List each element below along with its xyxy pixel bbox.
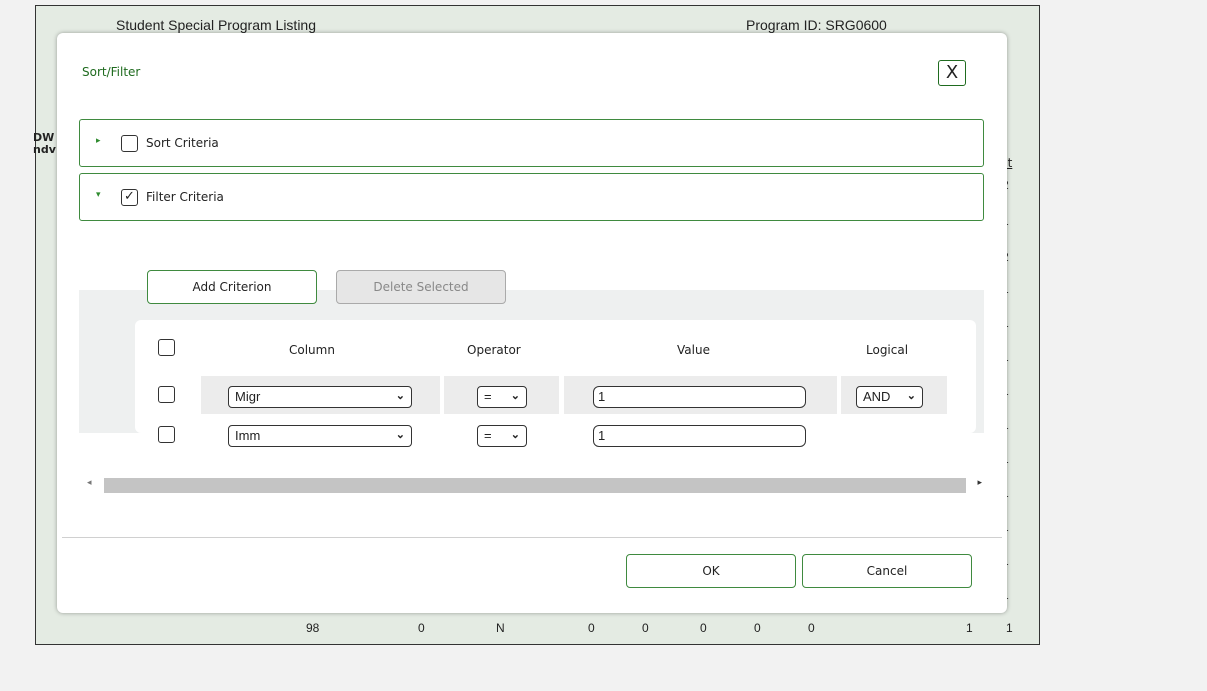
operator-select[interactable]: = ⌄ — [477, 425, 527, 447]
logical-header: Logical — [866, 343, 909, 357]
sort-criteria-label: Sort Criteria — [146, 136, 219, 150]
filter-criteria-section[interactable]: ▾ ✓ Filter Criteria — [79, 173, 984, 221]
scrollbar-thumb[interactable] — [104, 478, 966, 493]
scroll-left-icon[interactable]: ◂ — [87, 478, 92, 488]
select-all-checkbox[interactable] — [158, 339, 175, 356]
value-input[interactable]: 1 — [593, 386, 806, 408]
chevron-down-icon: ⌄ — [395, 429, 405, 441]
ok-button[interactable]: OK — [626, 554, 796, 588]
delete-selected-button[interactable]: Delete Selected — [336, 270, 506, 304]
scroll-right-icon[interactable]: ▸ — [977, 478, 982, 488]
dialog-title: Sort/Filter — [82, 65, 141, 79]
sort-filter-dialog: Sort/Filter X ▸ Sort Criteria ▾ ✓ Filter… — [57, 33, 1007, 613]
chevron-down-icon: ⌄ — [906, 390, 916, 402]
column-select[interactable]: Imm ⌄ — [228, 425, 412, 447]
cancel-button[interactable]: Cancel — [802, 554, 972, 588]
operator-select[interactable]: = ⌄ — [477, 386, 527, 408]
row-select-checkbox[interactable] — [158, 386, 175, 403]
program-id: Program ID: SRG0600 — [746, 17, 887, 33]
logical-select[interactable]: AND ⌄ — [856, 386, 923, 408]
value-header: Value — [677, 343, 710, 357]
filter-criteria-label: Filter Criteria — [146, 190, 224, 204]
criteria-grid: Column Operator Value Logical Migr ⌄ = ⌄ 1… — [135, 320, 976, 447]
horizontal-scrollbar[interactable]: ◂ ▸ — [87, 473, 982, 493]
operator-header: Operator — [467, 343, 521, 357]
close-button[interactable]: X — [938, 60, 966, 86]
collapse-arrow-icon[interactable]: ▾ — [96, 190, 101, 200]
sort-criteria-checkbox[interactable] — [121, 135, 138, 152]
chevron-down-icon: ⌄ — [395, 390, 405, 402]
chevron-down-icon: ⌄ — [510, 390, 520, 402]
value-input[interactable]: 1 — [593, 425, 806, 447]
footer-divider — [62, 537, 1002, 538]
column-select[interactable]: Migr ⌄ — [228, 386, 412, 408]
column-header: Column — [289, 343, 335, 357]
left-header-fragment: DW ndv — [33, 131, 56, 156]
sort-criteria-section[interactable]: ▸ Sort Criteria — [79, 119, 984, 167]
chevron-down-icon: ⌄ — [510, 429, 520, 441]
filter-criteria-checkbox[interactable]: ✓ — [121, 189, 138, 206]
add-criterion-button[interactable]: Add Criterion — [147, 270, 317, 304]
row-select-checkbox[interactable] — [158, 426, 175, 443]
close-icon: X — [945, 62, 959, 83]
report-title: Student Special Program Listing — [116, 17, 316, 33]
expand-arrow-icon[interactable]: ▸ — [96, 136, 101, 146]
